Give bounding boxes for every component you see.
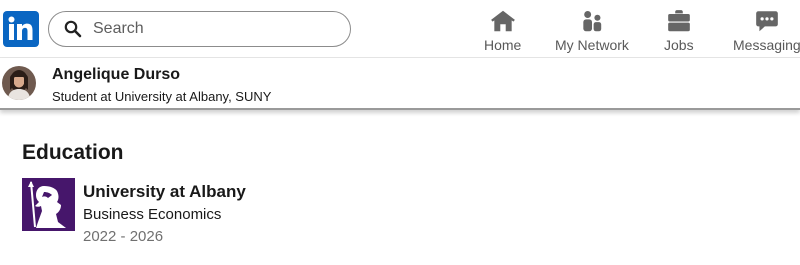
university-logo-icon[interactable] xyxy=(22,178,75,231)
profile-headline: Student at University at Albany, SUNY xyxy=(52,89,272,104)
education-dates: 2022 - 2026 xyxy=(83,228,164,245)
nav-label-messaging: Messaging xyxy=(733,37,800,53)
search-input[interactable] xyxy=(93,20,313,38)
profile-sticky-header: Angelique Durso Student at University at… xyxy=(0,58,800,110)
education-degree: Business Economics xyxy=(83,206,222,223)
education-school-name[interactable]: University at Albany xyxy=(83,182,246,202)
home-icon xyxy=(490,10,515,32)
nav-label-home: Home xyxy=(484,37,522,53)
network-icon xyxy=(583,11,602,32)
search-icon xyxy=(64,20,82,38)
global-nav: Home My Network Jobs Messaging xyxy=(0,0,800,58)
nav-label-jobs: Jobs xyxy=(664,37,694,53)
nav-label-my-network: My Network xyxy=(555,37,629,53)
nav-item-home[interactable]: Home xyxy=(484,6,521,54)
profile-name[interactable]: Angelique Durso xyxy=(52,66,180,84)
avatar[interactable] xyxy=(2,66,36,100)
messaging-icon xyxy=(756,11,778,32)
search-box[interactable] xyxy=(48,11,351,47)
nav-item-my-network[interactable]: My Network xyxy=(555,6,629,54)
briefcase-icon xyxy=(667,10,690,32)
linkedin-logo-icon[interactable] xyxy=(3,11,39,47)
education-section-title: Education xyxy=(22,141,124,164)
nav-item-messaging[interactable]: Messaging xyxy=(733,6,800,54)
nav-item-jobs[interactable]: Jobs xyxy=(664,6,694,54)
